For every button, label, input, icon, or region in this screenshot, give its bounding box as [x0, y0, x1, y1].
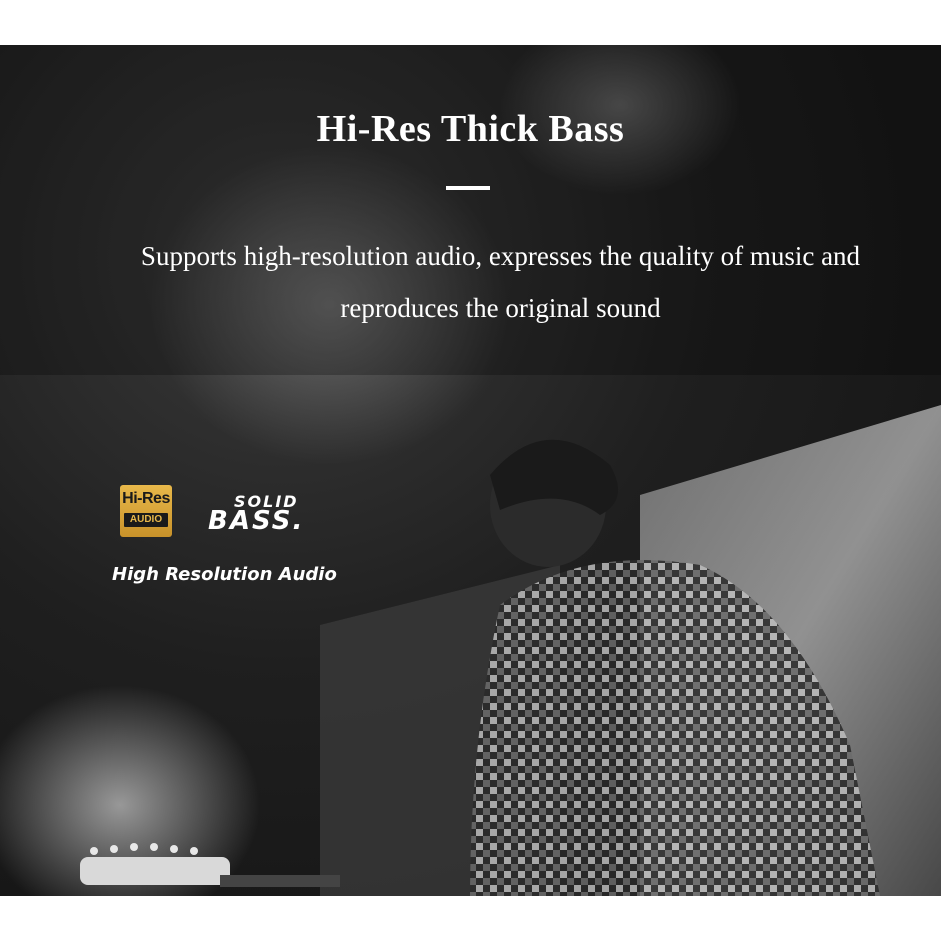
product-page: Hi-Res Thick Bass Supports high-resoluti… — [0, 0, 941, 941]
solid-bass-logo-bottom-text: BASS. — [208, 506, 305, 536]
concert-photo — [0, 45, 941, 896]
hi-res-logo-bottom-text: AUDIO — [124, 513, 168, 527]
hi-res-audio-logo: Hi-Res AUDIO — [120, 485, 172, 537]
high-resolution-audio-caption: High Resolution Audio — [112, 564, 337, 585]
title-divider — [446, 186, 490, 190]
hi-res-logo-top-text: Hi-Res — [122, 490, 170, 507]
hero-banner: Hi-Res Thick Bass Supports high-resoluti… — [0, 45, 941, 896]
hero-description: Supports high-resolution audio, expresse… — [60, 230, 941, 334]
hero-description-line-1: Supports high-resolution audio, expresse… — [140, 241, 861, 271]
hero-description-line-2: reproduces the original sound — [340, 293, 661, 323]
solid-bass-logo: SOLID BASS. — [208, 492, 368, 540]
hero-title: Hi-Res Thick Bass — [316, 108, 625, 150]
